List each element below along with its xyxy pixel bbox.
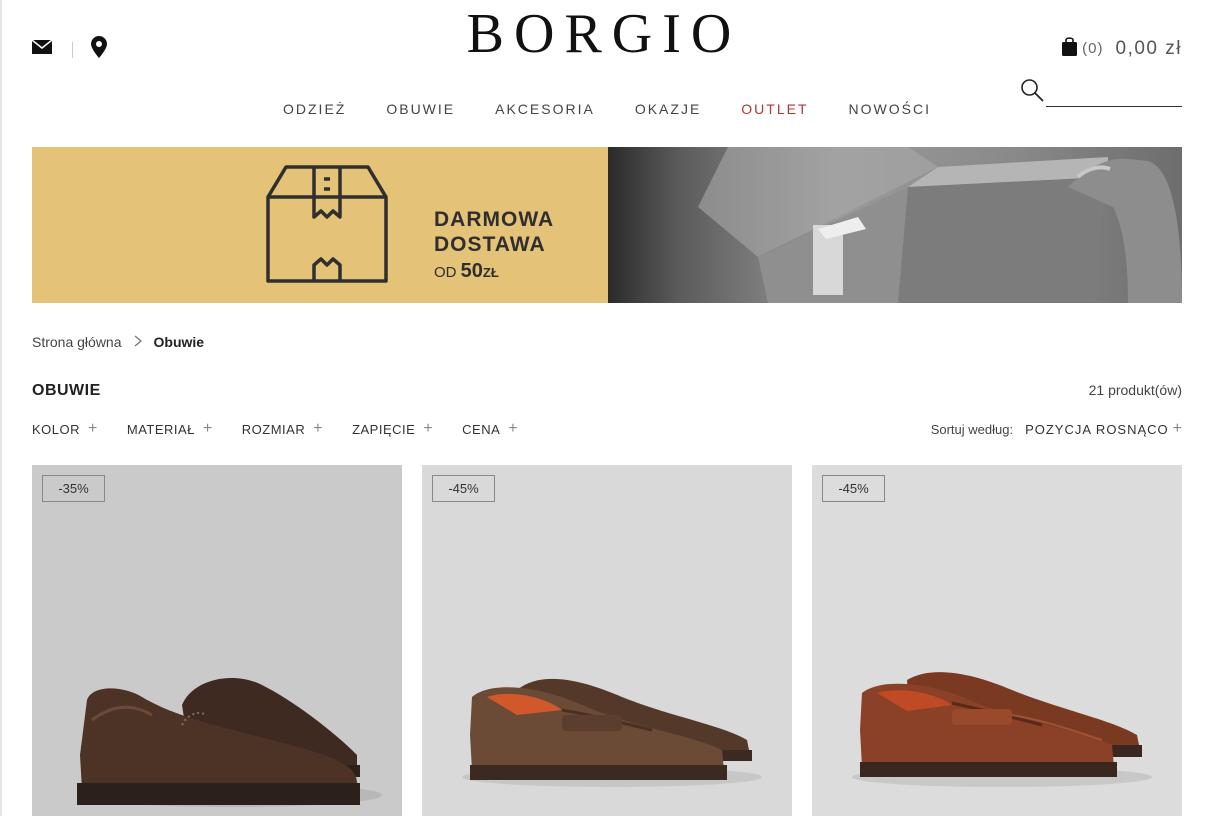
- product-count: 21 produkt(ów): [1088, 382, 1182, 398]
- page-left-border: [0, 0, 2, 816]
- banner-threshold: OD 50ZŁ: [434, 260, 499, 283]
- filter-label: ROZMIAR: [241, 421, 306, 437]
- banner-line-2: DOSTAWA: [434, 233, 546, 256]
- product-image-suede-loafers: [462, 678, 762, 787]
- plus-icon: +: [202, 420, 213, 437]
- sort-label: Sortuj według:: [930, 421, 1014, 437]
- product-image-leather-loafers: [852, 672, 1152, 787]
- filter-rozmiar[interactable]: ROZMIAR +: [242, 420, 323, 438]
- plus-icon: +: [508, 420, 519, 437]
- filter-zapiecie[interactable]: ZAPIĘCIE +: [352, 420, 433, 438]
- filter-material[interactable]: MATERIAŁ +: [127, 420, 213, 438]
- banner-amount: 50: [460, 260, 483, 282]
- breadcrumb-home[interactable]: Strona główna: [32, 334, 122, 350]
- filter-label: ZAPIĘCIE: [352, 421, 416, 437]
- product-image-brown-brogues: [77, 677, 382, 807]
- banner-currency: ZŁ: [482, 265, 499, 280]
- sort-value[interactable]: POZYCJA ROSNĄCO: [1025, 422, 1169, 437]
- banner-photo-box: [608, 147, 1182, 303]
- filter-cena[interactable]: CENA +: [462, 420, 518, 438]
- box-photo-illustration: [698, 147, 1182, 303]
- plus-icon: +: [1172, 420, 1182, 437]
- product-card[interactable]: -45%: [812, 465, 1182, 816]
- cart-total: 0,00 zł: [1115, 37, 1182, 59]
- shipping-box-icon: [266, 165, 388, 283]
- nav-item-obuwie[interactable]: OBUWIE: [386, 101, 455, 117]
- cart-widget[interactable]: (0) 0,00 zł: [1061, 36, 1182, 61]
- filter-bar: KOLOR + MATERIAŁ + ROZMIAR + ZAPIĘCIE + CENA…: [32, 420, 547, 438]
- nav-item-outlet[interactable]: OUTLET: [741, 101, 808, 117]
- nav-item-akcesoria[interactable]: AKCESORIA: [495, 101, 595, 117]
- banner-line-1: DARMOWA: [434, 208, 555, 231]
- breadcrumb-current: Obuwie: [153, 334, 205, 350]
- filter-label: KOLOR: [32, 421, 81, 437]
- main-navigation: ODZIEŻ OBUWIE AKCESORIA OKAZJE OUTLET NO…: [0, 101, 1208, 117]
- banner-od: OD: [434, 264, 457, 281]
- filter-kolor[interactable]: KOLOR +: [32, 420, 98, 438]
- filter-label: MATERIAŁ: [126, 421, 195, 437]
- sort-control[interactable]: Sortuj według: POZYCJA ROSNĄCO +: [931, 420, 1182, 438]
- page-title: OBUWIE: [32, 382, 101, 399]
- plus-icon: +: [313, 420, 324, 437]
- product-card[interactable]: -35%: [32, 465, 402, 816]
- free-shipping-banner[interactable]: DARMOWA DOSTAWA OD 50ZŁ: [32, 147, 1182, 303]
- breadcrumb: Strona główna Obuwie: [32, 334, 204, 350]
- shopping-bag-icon[interactable]: [1061, 36, 1078, 61]
- discount-badge: -35%: [42, 475, 105, 502]
- nav-item-odziez[interactable]: ODZIEŻ: [283, 101, 346, 117]
- brand-logo[interactable]: BORGIO: [0, 2, 1208, 66]
- plus-icon: +: [423, 420, 434, 437]
- discount-badge: -45%: [822, 475, 885, 502]
- cart-count: (0): [1082, 40, 1104, 57]
- chevron-right-icon: [134, 334, 142, 350]
- banner-promo-panel: DARMOWA DOSTAWA OD 50ZŁ: [32, 147, 608, 303]
- nav-item-okazje[interactable]: OKAZJE: [635, 101, 701, 117]
- banner-headline: DARMOWA DOSTAWA: [434, 207, 554, 257]
- nav-item-nowosci[interactable]: NOWOŚCI: [849, 101, 931, 117]
- discount-badge: -45%: [432, 475, 495, 502]
- filter-label: CENA: [462, 421, 501, 437]
- product-card[interactable]: -45%: [422, 465, 792, 816]
- plus-icon: +: [88, 420, 98, 437]
